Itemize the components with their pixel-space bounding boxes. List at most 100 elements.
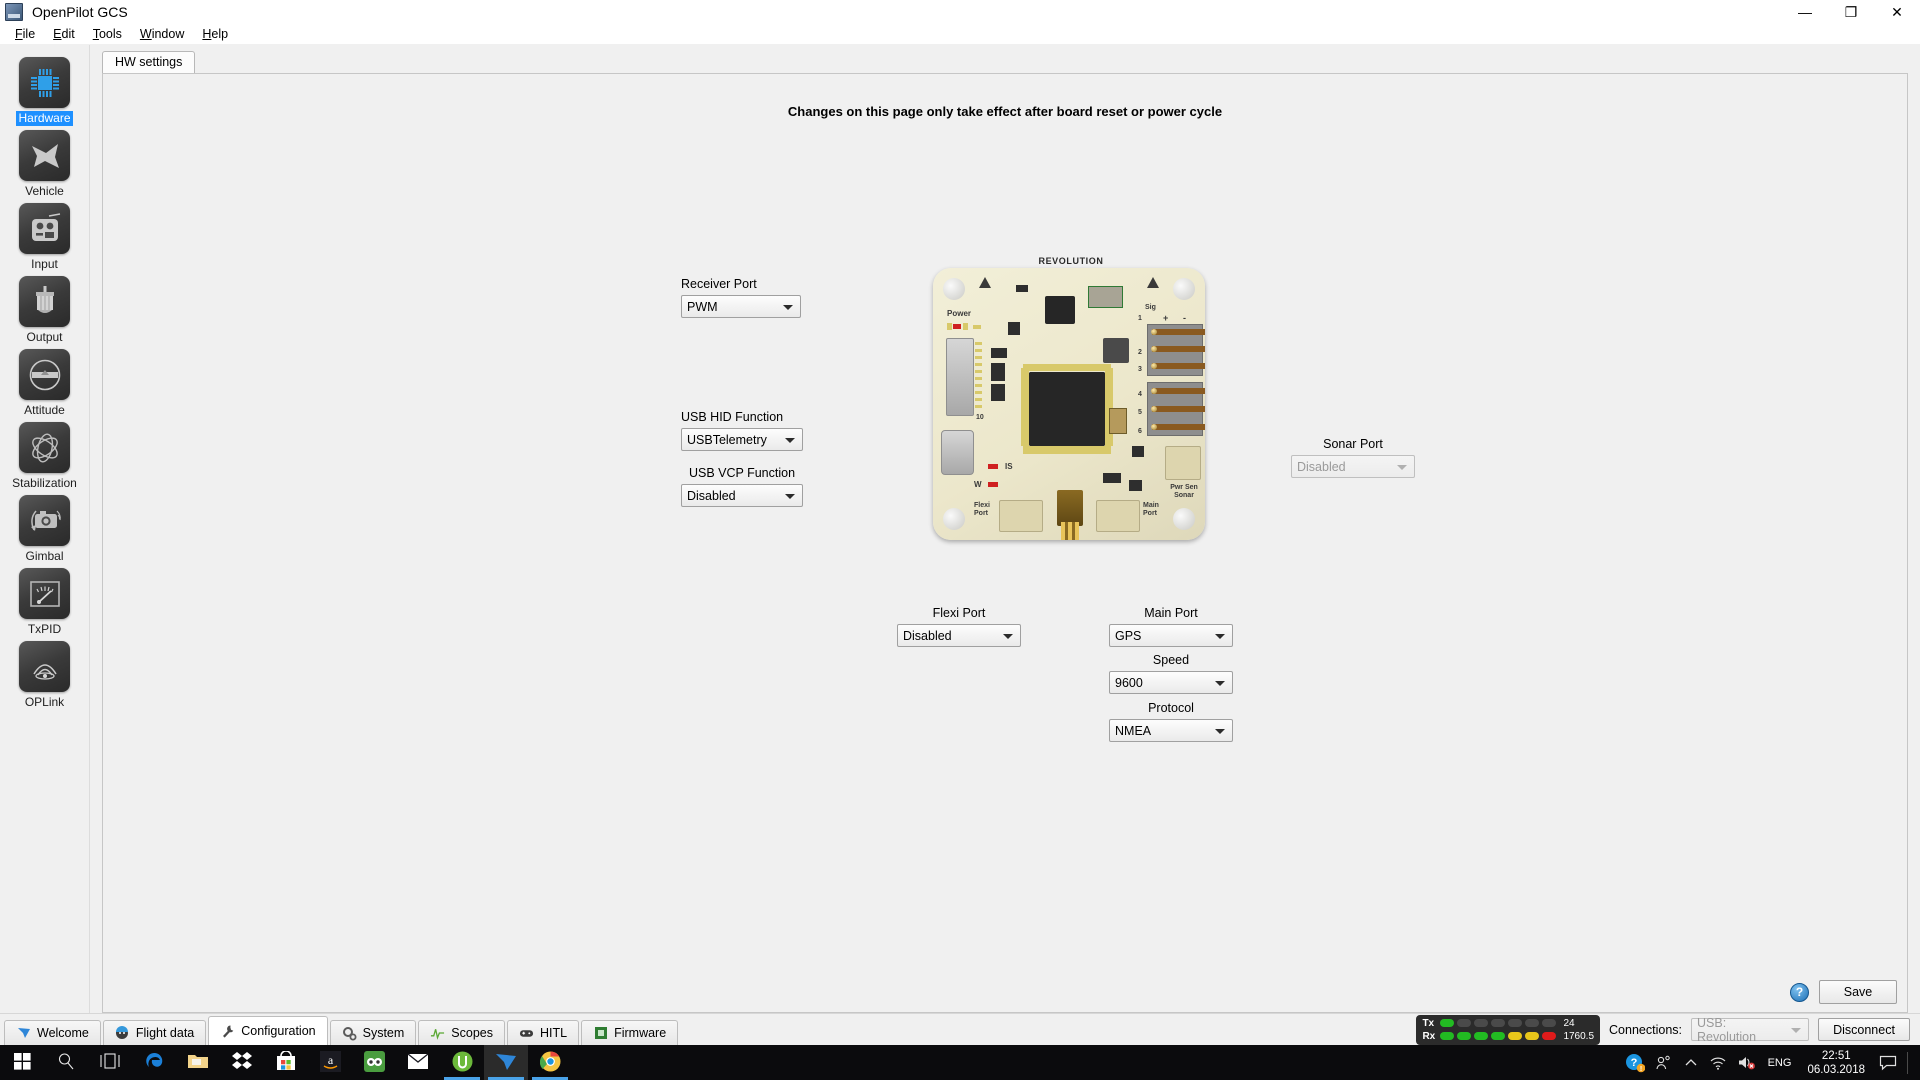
tab-scopes[interactable]: Scopes [418,1019,505,1046]
sidebar-item-txpid[interactable]: TxPID [7,568,83,637]
language-indicator[interactable]: ENG [1762,1057,1798,1069]
dropbox-button[interactable] [220,1045,264,1080]
menu-edit[interactable]: Edit [44,25,84,43]
main-port-select[interactable]: GPS [1109,624,1233,647]
tab-welcome[interactable]: Welcome [4,1019,101,1046]
usb-hid-function-value: USBTelemetry [687,432,767,447]
notifications-icon[interactable] [1875,1045,1901,1080]
menu-file[interactable]: File [6,25,44,43]
usb-hid-function-select[interactable]: USBTelemetry [681,428,803,451]
smd-part [991,384,1005,401]
tab-flight-data[interactable]: Flight data [102,1019,207,1046]
wrench-icon [220,1024,235,1039]
menu-help[interactable]: Help [193,25,237,43]
start-button[interactable] [0,1045,44,1080]
store-button[interactable] [264,1045,308,1080]
app-status-bar: Welcome Flight data Configuration System… [0,1013,1920,1046]
edge-icon [143,1050,165,1075]
mail-button[interactable] [396,1045,440,1080]
save-button[interactable]: Save [1819,980,1897,1004]
board-channel-5: 5 [1138,409,1142,416]
menu-window-rest: indow [151,27,185,41]
mount-hole [1173,508,1195,530]
smd-part [1103,473,1121,483]
flexi-port-field: Flexi Port Disabled [897,606,1021,647]
tab-configuration[interactable]: Configuration [208,1015,328,1046]
close-icon[interactable]: ✕ [1874,0,1920,24]
sidebar-item-attitude[interactable]: Attitude [7,349,83,418]
sidebar-item-vehicle[interactable]: Vehicle [7,130,83,199]
tab-firmware[interactable]: Firmware [581,1019,679,1046]
tripadvisor-icon [363,1050,385,1075]
tab-hw-settings[interactable]: HW settings [102,51,196,73]
help-icon[interactable]: ? [1790,982,1809,1002]
clock[interactable]: 22:51 06.03.2018 [1799,1049,1873,1077]
sidebar-item-label-hardware: Hardware [16,111,73,126]
board-channel-6: 6 [1138,428,1142,435]
tab-hitl-label: HITL [540,1026,568,1040]
chrome-button[interactable] [528,1045,572,1080]
board-power-label: Power [947,309,972,318]
chevron-down-icon [783,304,793,310]
pad [975,356,982,359]
sidebar-item-output[interactable]: Output [7,276,83,345]
search-icon [57,1052,75,1073]
protocol-select[interactable]: NMEA [1109,719,1233,742]
board-channel-4: 4 [1138,391,1142,398]
smd-part [1008,322,1020,335]
tx-led [1508,1019,1523,1027]
show-hidden-icons-icon[interactable] [1678,1045,1704,1080]
sidebar-item-gimbal[interactable]: Gimbal [7,495,83,564]
help-circle-icon[interactable]: ? ! [1622,1045,1648,1080]
utorrent-icon [452,1051,473,1075]
openpilot-logo-icon [5,3,23,21]
receiver-port-select[interactable]: PWM [681,295,801,318]
maximize-icon[interactable]: ❐ [1828,0,1874,24]
menu-edit-rest: dit [61,27,75,41]
board-w-label: W [974,480,982,489]
amazon-button[interactable]: a [308,1045,352,1080]
file-explorer-button[interactable] [176,1045,220,1080]
usb-vcp-function-select[interactable]: Disabled [681,484,803,507]
speed-select[interactable]: 9600 [1109,671,1233,694]
sonar-port-value: Disabled [1297,459,1346,474]
tx-row: Tx 24 [1422,1018,1594,1029]
disconnect-button[interactable]: Disconnect [1818,1018,1910,1041]
sidebar-item-hardware[interactable]: Hardware [7,57,83,126]
flexi-port-select[interactable]: Disabled [897,624,1021,647]
chevron-down-icon [1215,633,1225,639]
task-view-button[interactable] [88,1045,132,1080]
hw-settings-panel: Changes on this page only take effect af… [102,73,1908,1013]
tab-system[interactable]: System [329,1019,417,1046]
openpilot-button[interactable] [484,1045,528,1080]
revolution-board-image: REVOLUTION Power 10 IS W Sig 1 + - 2 3 4… [925,252,1217,557]
menu-tools[interactable]: Tools [84,25,131,43]
sidebar-item-input[interactable]: Input [7,203,83,272]
volume-muted-icon[interactable] [1734,1045,1760,1080]
sidebar-item-oplink[interactable]: OPLink [7,641,83,710]
gamepad-icon [519,1026,534,1041]
wifi-icon[interactable] [1706,1045,1732,1080]
chip-icon [593,1026,608,1041]
receiver-port-label: Receiver Port [681,277,757,291]
people-icon[interactable] [1650,1045,1676,1080]
tripadvisor-button[interactable] [352,1045,396,1080]
rx-led [1542,1032,1557,1040]
menu-window[interactable]: Window [131,25,193,43]
status-led [988,482,998,487]
panel-actions: ? Save [1790,980,1897,1004]
connection-value: USB: Revolution [1697,1015,1757,1044]
edge-button[interactable] [132,1045,176,1080]
tab-hitl[interactable]: HITL [507,1019,580,1046]
rx-label: Rx [1422,1030,1436,1042]
pad [975,363,982,366]
sidebar-item-stabilization[interactable]: Stabilization [7,422,83,491]
minimize-icon[interactable]: — [1782,0,1828,24]
micro-usb-connector [941,430,974,475]
main-port-field: Main Port GPS [1109,606,1233,647]
smd-part [1016,285,1028,292]
antenna-signal-icon [19,641,70,692]
utorrent-button[interactable] [440,1045,484,1080]
search-button[interactable] [44,1045,88,1080]
menu-bar: File Edit Tools Window Help [0,24,1920,45]
